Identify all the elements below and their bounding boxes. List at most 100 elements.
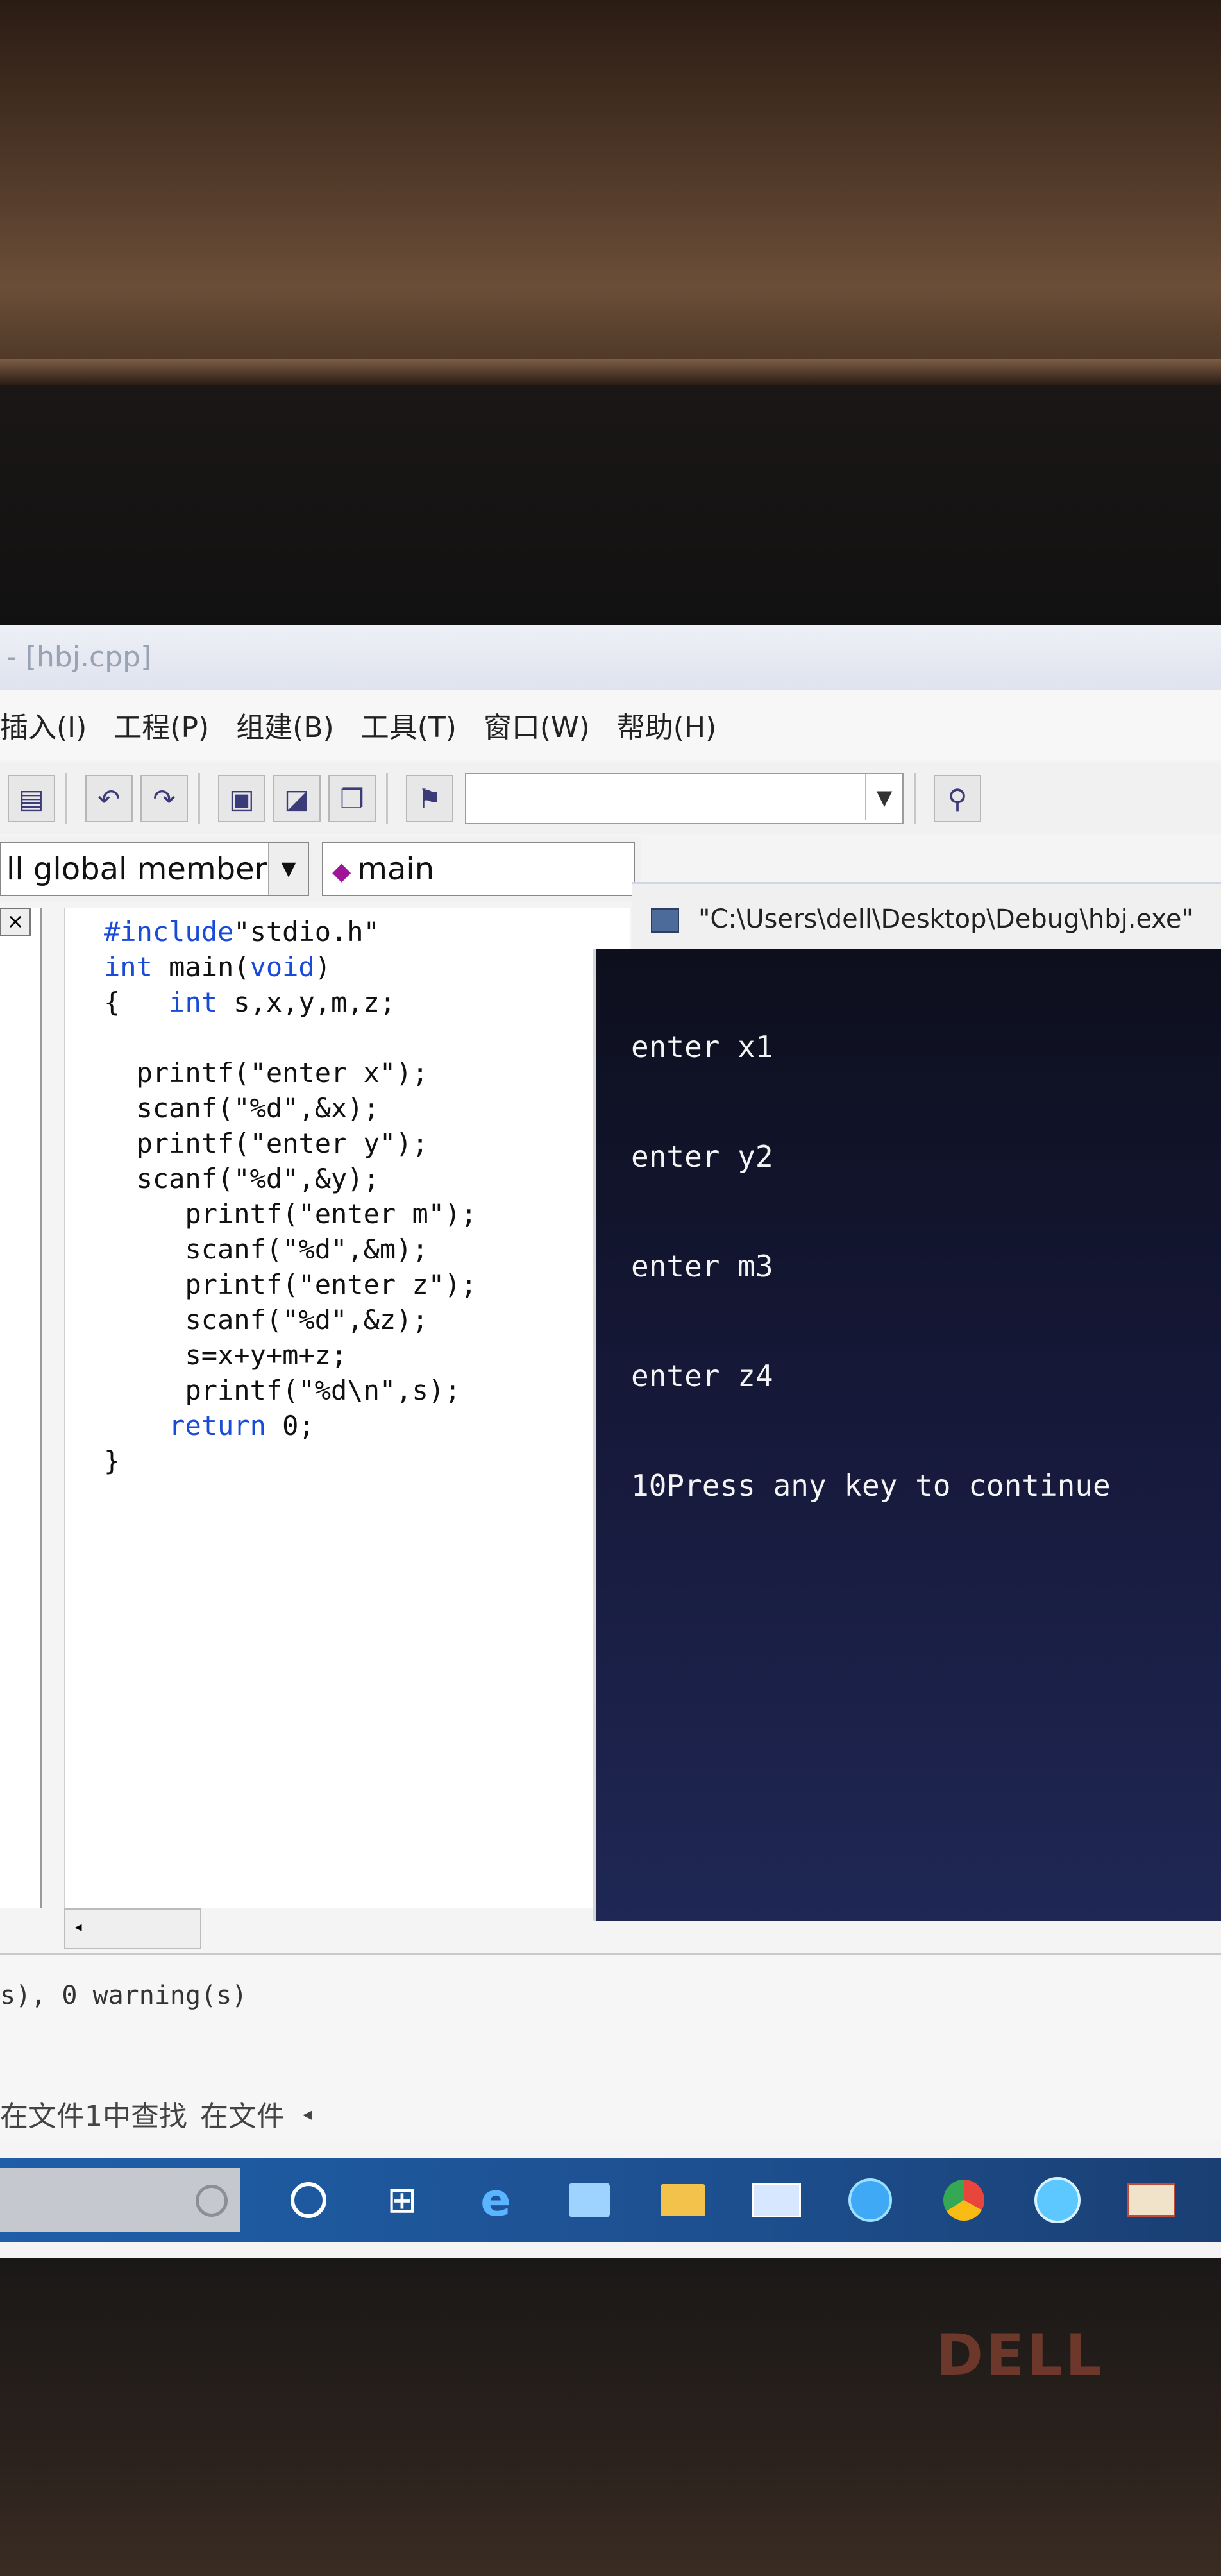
store-icon[interactable] xyxy=(564,2174,615,2226)
code-line[interactable]: scanf("%d",&z); xyxy=(104,1302,477,1337)
code-text: s=x+y+m+z; xyxy=(185,1339,348,1371)
scroll-left-icon[interactable]: ◂ xyxy=(65,1910,91,1945)
scroll-left-icon[interactable]: ◂ xyxy=(303,2103,312,2124)
source-code[interactable]: #include"stdio.h" int main(void){ int s,x… xyxy=(104,914,477,1479)
member-combo[interactable]: ◆ main xyxy=(322,842,635,896)
member-combo-value: main xyxy=(357,851,435,887)
browser-icon[interactable] xyxy=(1032,2174,1083,2226)
code-text: scanf("%d",&m); xyxy=(185,1233,428,1265)
console-line: enter z4 xyxy=(631,1359,773,1393)
workspace-icon[interactable]: ▣ xyxy=(218,775,265,822)
code-line[interactable]: return 0; xyxy=(104,1408,477,1443)
code-editor[interactable]: #include"stdio.h" int main(void){ int s,x… xyxy=(64,908,630,1908)
menu-tools[interactable]: 工具(T) xyxy=(361,704,457,745)
chevron-down-icon[interactable]: ▼ xyxy=(268,843,308,895)
code-line[interactable]: s=x+y+m+z; xyxy=(104,1337,477,1373)
task-view-icon[interactable]: ⊞ xyxy=(376,2174,428,2226)
console-title: "C:\Users\dell\Desktop\Debug\hbj.exe" xyxy=(698,904,1193,934)
console-titlebar: "C:\Users\dell\Desktop\Debug\hbj.exe" xyxy=(632,882,1221,954)
code-line[interactable]: printf("enter y"); xyxy=(104,1126,477,1161)
file-explorer-icon[interactable] xyxy=(657,2174,709,2226)
console-line: enter m3 xyxy=(631,1249,773,1284)
code-text: "stdio.h" xyxy=(233,916,380,947)
visual-cpp-icon[interactable] xyxy=(1125,2174,1177,2226)
code-line[interactable]: printf("enter x"); xyxy=(104,1055,477,1090)
window-list-icon[interactable]: ❐ xyxy=(328,775,376,822)
find-combo[interactable]: ▼ xyxy=(465,773,904,824)
taskbar-search-input[interactable] xyxy=(0,2168,240,2232)
window-titlebar: - [hbj.cpp] xyxy=(0,625,1221,690)
code-text: main( xyxy=(152,951,250,983)
output-icon[interactable]: ◪ xyxy=(273,775,321,822)
tab-find-in-files[interactable]: 在文件 xyxy=(200,2093,285,2134)
code-text: printf("enter y"); xyxy=(136,1128,428,1159)
chrome-icon[interactable] xyxy=(938,2174,989,2226)
code-line[interactable]: printf("enter m"); xyxy=(104,1196,477,1232)
code-text: s,x,y,m,z; xyxy=(217,987,396,1018)
search-icon xyxy=(196,2185,228,2217)
code-text: scanf("%d",&x); xyxy=(136,1092,380,1124)
code-line[interactable]: int main(void) xyxy=(104,949,477,985)
code-keyword: void xyxy=(249,951,315,983)
wizard-bar: ll global members ▼ ◆ main xyxy=(0,837,641,901)
editor-horizontal-scrollbar[interactable]: ◂ xyxy=(64,1908,201,1949)
close-icon[interactable]: × xyxy=(0,908,31,936)
find-in-files-icon[interactable]: ⚑ xyxy=(406,775,453,822)
code-line[interactable]: printf("enter z"); xyxy=(104,1267,477,1302)
code-line[interactable]: { int s,x,y,m,z; xyxy=(104,985,477,1020)
undo-icon[interactable]: ↶ xyxy=(85,775,133,822)
mail-icon[interactable] xyxy=(751,2174,802,2226)
chevron-down-icon[interactable]: ▼ xyxy=(865,774,902,820)
code-text: printf("enter m"); xyxy=(185,1198,477,1230)
console-output: enter x1 enter y2 enter m3 enter z4 10Pr… xyxy=(631,956,1111,1577)
file-icon[interactable]: ▤ xyxy=(8,775,55,822)
code-keyword: return xyxy=(169,1410,266,1441)
code-text: ) xyxy=(314,951,332,983)
menu-help[interactable]: 帮助(H) xyxy=(617,704,716,745)
console-window[interactable]: enter x1 enter y2 enter m3 enter z4 10Pr… xyxy=(593,949,1221,1921)
code-line[interactable]: scanf("%d",&y); xyxy=(104,1161,477,1196)
cortana-icon[interactable] xyxy=(283,2174,334,2226)
code-text: scanf("%d",&z); xyxy=(185,1304,428,1335)
toolbar-separator xyxy=(65,773,67,824)
code-line[interactable] xyxy=(104,1020,477,1055)
console-line: enter x1 xyxy=(631,1030,773,1064)
menu-window[interactable]: 窗口(W) xyxy=(484,704,590,745)
laptop-bezel-top xyxy=(0,385,1221,975)
console-line: enter y2 xyxy=(631,1139,773,1174)
build-result: s), 0 warning(s) xyxy=(0,1981,248,2010)
window-title: - [hbj.cpp] xyxy=(6,641,152,674)
code-text: printf("%d\n",s); xyxy=(185,1375,461,1406)
menu-bar: 插入(I) 工程(P) 组建(B) 工具(T) 窗口(W) 帮助(H) xyxy=(0,690,1221,760)
code-text: printf("enter z"); xyxy=(185,1269,477,1300)
code-text: } xyxy=(104,1445,121,1477)
tab-find-in-files-1[interactable]: 在文件1中查找 xyxy=(0,2093,187,2134)
workspace-panel[interactable]: × xyxy=(0,908,42,1908)
code-keyword: int xyxy=(104,951,153,983)
console-line: 10Press any key to continue xyxy=(631,1468,1111,1503)
code-line[interactable]: #include"stdio.h" xyxy=(104,914,477,949)
code-preprocessor: #include xyxy=(104,916,234,947)
code-text: 0; xyxy=(265,1410,315,1441)
background-wall xyxy=(0,0,1221,411)
code-keyword: int xyxy=(169,987,218,1018)
console-app-icon xyxy=(651,908,679,933)
menu-project[interactable]: 工程(P) xyxy=(114,704,209,745)
toolbar-separator xyxy=(198,773,200,824)
code-line[interactable]: scanf("%d",&x); xyxy=(104,1090,477,1126)
code-line[interactable]: printf("%d\n",s); xyxy=(104,1373,477,1408)
code-text: printf("enter x"); xyxy=(136,1057,428,1089)
code-text: scanf("%d",&y); xyxy=(136,1163,380,1194)
output-tabs: 在文件1中查找 在文件 ◂ xyxy=(0,2088,312,2139)
scope-combo[interactable]: ll global members ▼ xyxy=(0,842,309,896)
code-line[interactable]: } xyxy=(104,1443,477,1479)
edge-browser-icon[interactable]: e xyxy=(470,2174,521,2226)
internet-explorer-icon[interactable] xyxy=(845,2174,896,2226)
toolbar-separator xyxy=(914,773,916,824)
menu-insert[interactable]: 插入(I) xyxy=(0,704,87,745)
find-icon[interactable]: ⚲ xyxy=(934,775,981,822)
background-wall-edge xyxy=(0,359,1221,385)
redo-icon[interactable]: ↷ xyxy=(140,775,188,822)
code-line[interactable]: scanf("%d",&m); xyxy=(104,1232,477,1267)
menu-build[interactable]: 组建(B) xyxy=(236,704,334,745)
